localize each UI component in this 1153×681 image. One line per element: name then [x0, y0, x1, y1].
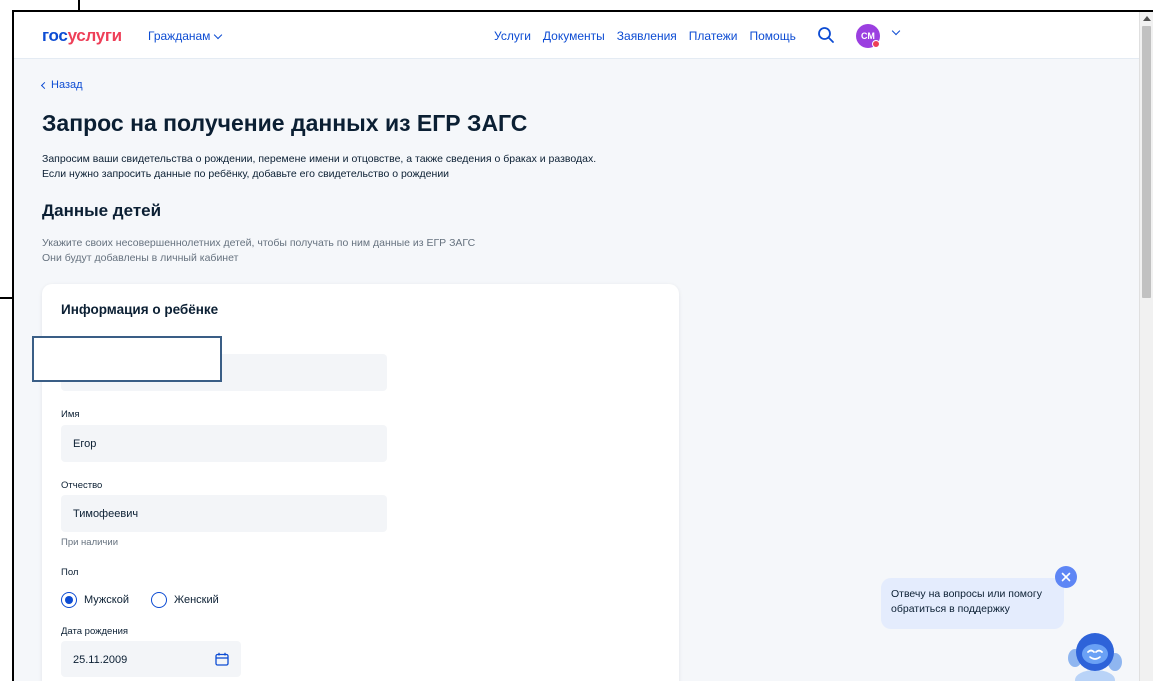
site-header: госуслуги Гражданам Услуги Документы Зая…: [14, 12, 1139, 59]
citizens-menu[interactable]: Гражданам: [148, 29, 223, 43]
chevron-down-icon: [214, 30, 223, 39]
notification-dot: [872, 40, 880, 48]
calendar-icon[interactable]: [215, 652, 229, 666]
chevron-down-icon[interactable]: [891, 26, 901, 36]
search-icon[interactable]: [817, 26, 835, 44]
frame-line: [0, 297, 14, 299]
gosuslugi-logo[interactable]: госуслуги: [42, 26, 122, 46]
name-field[interactable]: Егор: [61, 425, 387, 462]
radio-female[interactable]: [150, 592, 167, 608]
intro-text: Запросим ваши свидетельства о рождении, …: [42, 152, 596, 182]
intro-line: Запросим ваши свидетельства о рождении, …: [42, 153, 597, 165]
nav-payments[interactable]: Платежи: [689, 29, 738, 43]
birthdate-label: Дата рождения: [61, 626, 129, 637]
radio-female-label[interactable]: Женский: [174, 594, 219, 606]
nav-services[interactable]: Услуги: [494, 29, 531, 43]
nav-help[interactable]: Помощь: [749, 29, 795, 43]
chat-line: Отвечу на вопросы или помогу: [891, 588, 1042, 600]
close-glyph: [1061, 572, 1071, 582]
browser-viewport: госуслуги Гражданам Услуги Документы Зая…: [14, 12, 1139, 681]
hint-line: Укажите своих несовершеннолетних детей, …: [42, 237, 476, 249]
page-title: Запрос на получение данных из ЕГР ЗАГС: [42, 110, 528, 136]
nav-applications[interactable]: Заявления: [617, 29, 677, 43]
robot-assistant-icon[interactable]: [1064, 628, 1126, 681]
name-label: Имя: [61, 409, 80, 420]
scroll-thumb[interactable]: [1142, 26, 1151, 298]
intro-line: Если нужно запросить данные по ребёнку, …: [42, 168, 450, 180]
hint-line: Они будут добавлены в личный кабинет: [42, 252, 239, 264]
back-label: Назад: [51, 79, 83, 91]
gender-label: Пол: [61, 567, 79, 578]
chevron-left-icon: [40, 81, 49, 89]
patronymic-field[interactable]: Тимофеевич: [61, 495, 387, 532]
gender-radio-group: Мужской Женский: [61, 592, 241, 608]
radio-male[interactable]: [61, 592, 77, 608]
main-nav: Услуги Документы Заявления Платежи Помощ…: [494, 29, 796, 43]
nav-documents[interactable]: Документы: [543, 29, 605, 43]
patronymic-label: Отчество: [61, 480, 103, 491]
scroll-up-arrow-icon[interactable]: [1143, 16, 1151, 21]
patronymic-hint: При наличии: [61, 537, 118, 548]
card-title: Информация о ребёнке: [61, 302, 219, 317]
section-title: Данные детей: [42, 201, 162, 220]
redaction-box: [32, 336, 222, 382]
chat-line: обратиться в поддержку: [891, 603, 1010, 615]
birthdate-field[interactable]: 25.11.2009: [61, 641, 241, 677]
citizens-menu-label: Гражданам: [148, 29, 211, 43]
section-hint: Укажите своих несовершеннолетних детей, …: [42, 236, 475, 266]
vertical-scrollbar[interactable]: [1139, 12, 1153, 681]
radio-male-label[interactable]: Мужской: [84, 594, 129, 606]
close-icon[interactable]: [1055, 566, 1077, 588]
chat-bubble[interactable]: Отвечу на вопросы или помогу обратиться …: [881, 578, 1064, 629]
back-link[interactable]: Назад: [40, 79, 83, 91]
